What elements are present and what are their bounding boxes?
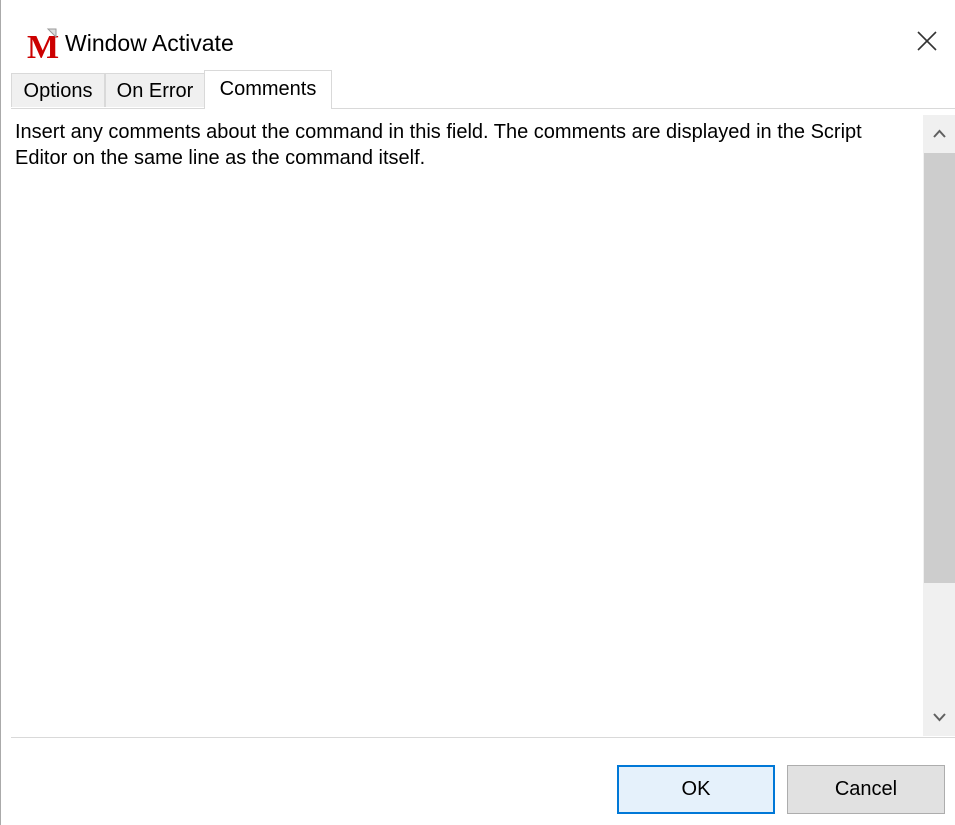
app-logo-icon: M (26, 27, 62, 66)
chevron-down-icon (933, 713, 946, 722)
dialog-window: M Window Activate Options On Error Comme… (0, 0, 955, 825)
comments-textarea[interactable]: Insert any comments about the command in… (11, 117, 921, 729)
scroll-thumb[interactable] (924, 153, 955, 583)
tab-strip: Options On Error Comments (11, 70, 955, 109)
tab-options[interactable]: Options (11, 73, 105, 107)
tab-comments[interactable]: Comments (204, 70, 332, 109)
scroll-up-button[interactable] (923, 115, 955, 151)
scroll-down-button[interactable] (923, 700, 955, 736)
close-button[interactable] (909, 25, 945, 61)
dialog-footer: OK Cancel (11, 738, 955, 825)
ok-button[interactable]: OK (617, 765, 775, 814)
tab-on-error[interactable]: On Error (105, 73, 205, 107)
window-title: Window Activate (65, 30, 234, 56)
cancel-button[interactable]: Cancel (787, 765, 945, 814)
close-icon (917, 31, 937, 51)
chevron-up-icon (933, 129, 946, 138)
comments-panel: Insert any comments about the command in… (11, 108, 955, 738)
vertical-scrollbar[interactable] (923, 115, 955, 736)
title-bar: M Window Activate (1, 0, 955, 70)
